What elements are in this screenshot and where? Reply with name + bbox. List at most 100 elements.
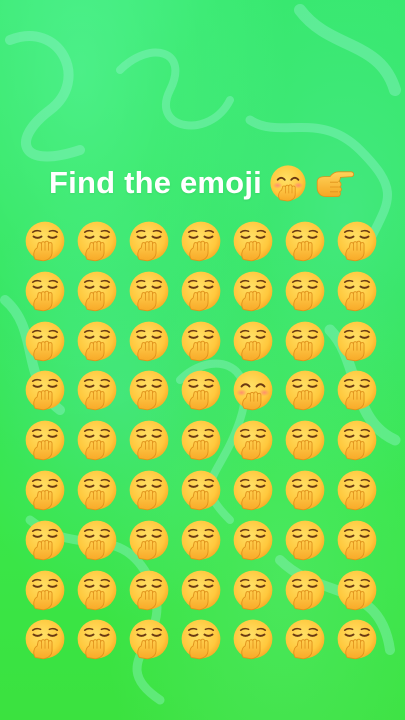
yawning-face-icon — [128, 320, 170, 362]
emoji-cell-r8-c2[interactable] — [75, 568, 119, 612]
emoji-cell-r9-c2[interactable] — [75, 617, 119, 661]
yawning-face-icon — [180, 320, 222, 362]
emoji-cell-r6-c4[interactable] — [179, 468, 223, 512]
yawning-face-icon — [284, 619, 326, 661]
emoji-cell-r5-c1[interactable] — [23, 418, 67, 462]
emoji-cell-r3-c4[interactable] — [179, 319, 223, 363]
yawning-face-icon — [128, 370, 170, 412]
yawning-face-icon — [24, 370, 66, 412]
emoji-cell-r9-c6[interactable] — [283, 617, 327, 661]
yawning-face-icon — [180, 619, 222, 661]
emoji-cell-r8-c7[interactable] — [335, 568, 379, 612]
emoji-cell-r7-c6[interactable] — [283, 518, 327, 562]
emoji-cell-r2-c4[interactable] — [179, 269, 223, 313]
emoji-cell-r6-c5[interactable] — [231, 468, 275, 512]
emoji-cell-r3-c2[interactable] — [75, 319, 119, 363]
emoji-cell-r3-c5[interactable] — [231, 319, 275, 363]
emoji-cell-r1-c3[interactable] — [127, 219, 171, 263]
yawning-face-icon — [232, 569, 274, 611]
emoji-cell-r8-c4[interactable] — [179, 568, 223, 612]
yawning-face-icon — [284, 220, 326, 262]
emoji-cell-r1-c4[interactable] — [179, 219, 223, 263]
emoji-cell-r9-c4[interactable] — [179, 617, 223, 661]
yawning-face-icon — [336, 220, 378, 262]
emoji-cell-r9-c1[interactable] — [23, 617, 67, 661]
emoji-cell-r5-c3[interactable] — [127, 418, 171, 462]
emoji-cell-r7-c7[interactable] — [335, 518, 379, 562]
emoji-cell-r6-c2[interactable] — [75, 468, 119, 512]
yawning-face-icon — [284, 370, 326, 412]
emoji-cell-r7-c1[interactable] — [23, 518, 67, 562]
emoji-cell-r4-c3[interactable] — [127, 368, 171, 412]
emoji-cell-r4-c5[interactable] — [231, 368, 275, 412]
yawning-face-icon — [180, 569, 222, 611]
emoji-cell-r4-c1[interactable] — [23, 368, 67, 412]
emoji-cell-r3-c6[interactable] — [283, 319, 327, 363]
emoji-cell-r9-c3[interactable] — [127, 617, 171, 661]
emoji-cell-r5-c6[interactable] — [283, 418, 327, 462]
emoji-cell-r2-c3[interactable] — [127, 269, 171, 313]
yawning-face-icon — [284, 569, 326, 611]
emoji-cell-r3-c1[interactable] — [23, 319, 67, 363]
emoji-cell-r6-c7[interactable] — [335, 468, 379, 512]
yawning-face-icon — [180, 270, 222, 312]
yawning-face-icon — [24, 619, 66, 661]
yawning-face-icon — [24, 569, 66, 611]
yawning-face-icon — [76, 370, 118, 412]
yawning-face-icon — [24, 270, 66, 312]
yawning-face-icon — [180, 220, 222, 262]
yawning-face-icon — [284, 270, 326, 312]
smiling-face-with-hand-over-mouth-icon — [232, 370, 274, 412]
yawning-face-icon — [232, 469, 274, 511]
emoji-cell-r4-c6[interactable] — [283, 368, 327, 412]
emoji-cell-r5-c5[interactable] — [231, 418, 275, 462]
yawning-face-icon — [128, 569, 170, 611]
emoji-cell-r7-c3[interactable] — [127, 518, 171, 562]
yawning-face-icon — [24, 519, 66, 561]
emoji-cell-r7-c5[interactable] — [231, 518, 275, 562]
emoji-cell-r1-c5[interactable] — [231, 219, 275, 263]
emoji-cell-r6-c3[interactable] — [127, 468, 171, 512]
yawning-face-icon — [128, 469, 170, 511]
emoji-cell-r8-c3[interactable] — [127, 568, 171, 612]
emoji-cell-r3-c3[interactable] — [127, 319, 171, 363]
emoji-cell-r2-c6[interactable] — [283, 269, 327, 313]
yawning-face-icon — [232, 619, 274, 661]
yawning-face-icon — [336, 419, 378, 461]
emoji-cell-r5-c7[interactable] — [335, 418, 379, 462]
emoji-cell-r9-c5[interactable] — [231, 617, 275, 661]
emoji-cell-r9-c7[interactable] — [335, 617, 379, 661]
yawning-face-icon — [24, 419, 66, 461]
yawning-face-icon — [180, 469, 222, 511]
yawning-face-icon — [24, 220, 66, 262]
emoji-cell-r2-c1[interactable] — [23, 269, 67, 313]
emoji-cell-r1-c7[interactable] — [335, 219, 379, 263]
emoji-cell-r4-c7[interactable] — [335, 368, 379, 412]
emoji-cell-r2-c5[interactable] — [231, 269, 275, 313]
yawning-face-icon — [232, 519, 274, 561]
emoji-cell-r7-c2[interactable] — [75, 518, 119, 562]
emoji-cell-r3-c7[interactable] — [335, 319, 379, 363]
emoji-cell-r8-c6[interactable] — [283, 568, 327, 612]
yawning-face-icon — [24, 469, 66, 511]
emoji-cell-r1-c2[interactable] — [75, 219, 119, 263]
yawning-face-icon — [232, 419, 274, 461]
yawning-face-icon — [180, 419, 222, 461]
emoji-cell-r2-c7[interactable] — [335, 269, 379, 313]
emoji-cell-r7-c4[interactable] — [179, 518, 223, 562]
yawning-face-icon — [76, 220, 118, 262]
emoji-cell-r5-c2[interactable] — [75, 418, 119, 462]
yawning-face-icon — [76, 469, 118, 511]
yawning-face-icon — [336, 469, 378, 511]
emoji-cell-r6-c6[interactable] — [283, 468, 327, 512]
emoji-cell-r8-c1[interactable] — [23, 568, 67, 612]
emoji-cell-r2-c2[interactable] — [75, 269, 119, 313]
emoji-cell-r5-c4[interactable] — [179, 418, 223, 462]
emoji-cell-r1-c1[interactable] — [23, 219, 67, 263]
emoji-cell-r4-c2[interactable] — [75, 368, 119, 412]
emoji-cell-r6-c1[interactable] — [23, 468, 67, 512]
emoji-cell-r1-c6[interactable] — [283, 219, 327, 263]
emoji-cell-r4-c4[interactable] — [179, 368, 223, 412]
yawning-face-icon — [284, 419, 326, 461]
emoji-cell-r8-c5[interactable] — [231, 568, 275, 612]
